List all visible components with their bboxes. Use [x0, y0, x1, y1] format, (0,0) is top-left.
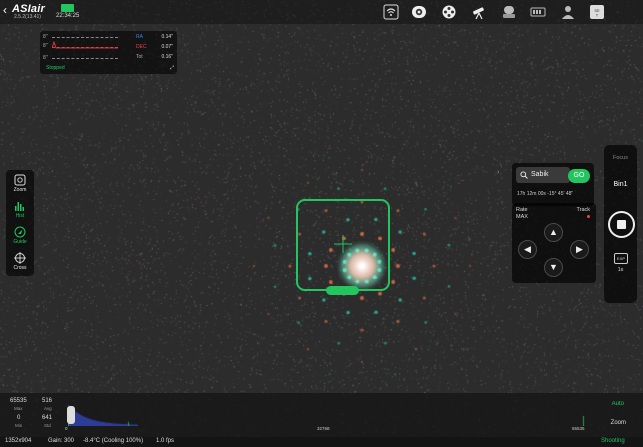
tot-label: Tot [136, 54, 143, 60]
hist-avg-label: Avg [44, 406, 52, 411]
temperature-text: -8.4°C (Cooling 100%) [83, 438, 144, 444]
battery-icon [61, 4, 74, 12]
mount-control-panel: Rate MAX Track ▲ ◀ ▶ ▼ [512, 203, 596, 283]
hist-max-label: Max [14, 406, 23, 411]
mount-icon[interactable] [501, 4, 517, 20]
guide-icon [14, 226, 26, 238]
person-icon[interactable] [560, 4, 576, 20]
app-version: 2.5.2(13.41) [14, 14, 41, 20]
east-button[interactable]: ▶ [570, 240, 589, 259]
auto-stretch-toggle[interactable]: Auto [612, 401, 624, 407]
resolution-text: 1352x904 [5, 438, 32, 444]
exposure-panel: Focus Bin1 EXP 1s [604, 145, 637, 303]
cross-tool-button[interactable]: Cross [6, 252, 34, 271]
rate-control[interactable]: Rate MAX [516, 207, 528, 221]
zoom-frame-icon [14, 174, 26, 186]
chevron-left-icon[interactable]: ‹ [3, 3, 7, 17]
hist-tool-label: Hist [15, 213, 25, 219]
rate-label: Rate [516, 207, 528, 213]
exposure-value[interactable]: 1s [604, 267, 637, 273]
ra-label: RA [136, 34, 143, 40]
guide-tool-button[interactable]: Guide [6, 226, 34, 245]
target-search-field[interactable]: Sabik [516, 167, 570, 183]
wifi-icon[interactable] [383, 4, 399, 20]
guide-scale-label: 8'' [43, 43, 48, 49]
histogram-icon [15, 202, 24, 211]
hist-axis-right: 65535 [572, 426, 585, 431]
cross-tool-label: Cross [13, 265, 27, 271]
black-point-slider[interactable] [67, 406, 75, 424]
crosshair-icon [14, 252, 26, 264]
exposure-icon[interactable]: EXP [614, 253, 628, 264]
camera-state: Shooting [601, 438, 625, 444]
dec-value: 0.07" [161, 44, 173, 50]
histogram-panel: 65535 Max 516 Avg 0 Min 641 Std 0 32768 … [0, 393, 643, 439]
status-bar: 1352x904 Gain: 300 -8.4°C (Cooling 100%)… [0, 437, 643, 447]
track-label[interactable]: Track [576, 207, 590, 213]
go-button[interactable]: GO [568, 169, 590, 183]
hist-std-label: Std [44, 423, 51, 428]
rate-value: MAX [516, 214, 528, 220]
hist-axis-left: 0 [65, 426, 68, 431]
dec-label: DEC [136, 44, 147, 50]
histogram-graph[interactable] [68, 404, 588, 426]
guide-graph-panel[interactable]: 8'' 8'' 8'' RA 0.14" DEC 0.07" Tot 0.16"… [40, 31, 177, 74]
top-bar: ‹ ASIair 2.5.2(13.41) 22:34:25 SE T [0, 0, 643, 24]
zoom-tool-label: Zoom [13, 187, 27, 193]
target-name: Sabik [531, 171, 549, 178]
hist-tool-button[interactable]: Hist [6, 200, 34, 219]
ra-value: 0.14" [161, 34, 173, 40]
guide-status: Stopped [46, 65, 65, 71]
shutter-button[interactable] [608, 211, 635, 238]
fps-text: 1.0 fps [156, 438, 175, 444]
hist-avg-value: 516 [42, 398, 53, 404]
frame-handle[interactable] [326, 286, 359, 295]
zoom-tool-button[interactable]: Zoom [6, 174, 34, 193]
bin-label[interactable]: Bin1 [604, 181, 637, 188]
hist-max-value: 65535 [10, 398, 27, 404]
guide-grid-line [52, 37, 118, 38]
search-icon [520, 171, 528, 179]
tot-value: 0.16" [161, 54, 173, 60]
target-panel: Sabik GO 17h 12m 00s -15° 45' 48" [512, 163, 594, 206]
guide-grid-line [52, 58, 118, 59]
camera-lens-icon[interactable] [411, 4, 427, 20]
hist-std-value: 641 [42, 415, 53, 421]
track-status-dot [587, 215, 590, 218]
focus-frame[interactable] [295, 198, 393, 300]
focus-mode-label[interactable]: Focus [604, 155, 637, 161]
settings-icon[interactable]: SET [589, 4, 605, 20]
filter-wheel-icon[interactable] [441, 4, 457, 20]
clock-time: 22:34:25 [56, 13, 80, 19]
hist-min-label: Min [15, 423, 23, 428]
guide-tool-label: Guide [13, 239, 27, 245]
expand-icon[interactable]: ⤢ [170, 65, 174, 71]
gain-text: Gain: 300 [48, 438, 75, 444]
guide-scale-label: 8'' [43, 34, 48, 40]
guide-trace [52, 40, 118, 49]
west-button[interactable]: ◀ [518, 240, 537, 259]
stop-icon [617, 220, 626, 229]
south-button[interactable]: ▼ [544, 258, 563, 277]
guide-scale-label: 8'' [43, 55, 48, 61]
telescope-icon[interactable] [471, 4, 487, 20]
target-coordinates: 17h 12m 00s -15° 45' 48" [517, 191, 574, 197]
hist-axis-mid: 32768 [317, 426, 330, 431]
left-tool-panel: Zoom Hist Guide Cross [6, 170, 34, 276]
hist-zoom-toggle[interactable]: Zoom [611, 420, 626, 426]
north-button[interactable]: ▲ [544, 223, 563, 242]
hist-min-value: 0 [17, 415, 21, 421]
storage-icon[interactable] [530, 4, 546, 20]
collapse-arrow-icon[interactable]: › [497, 169, 499, 176]
